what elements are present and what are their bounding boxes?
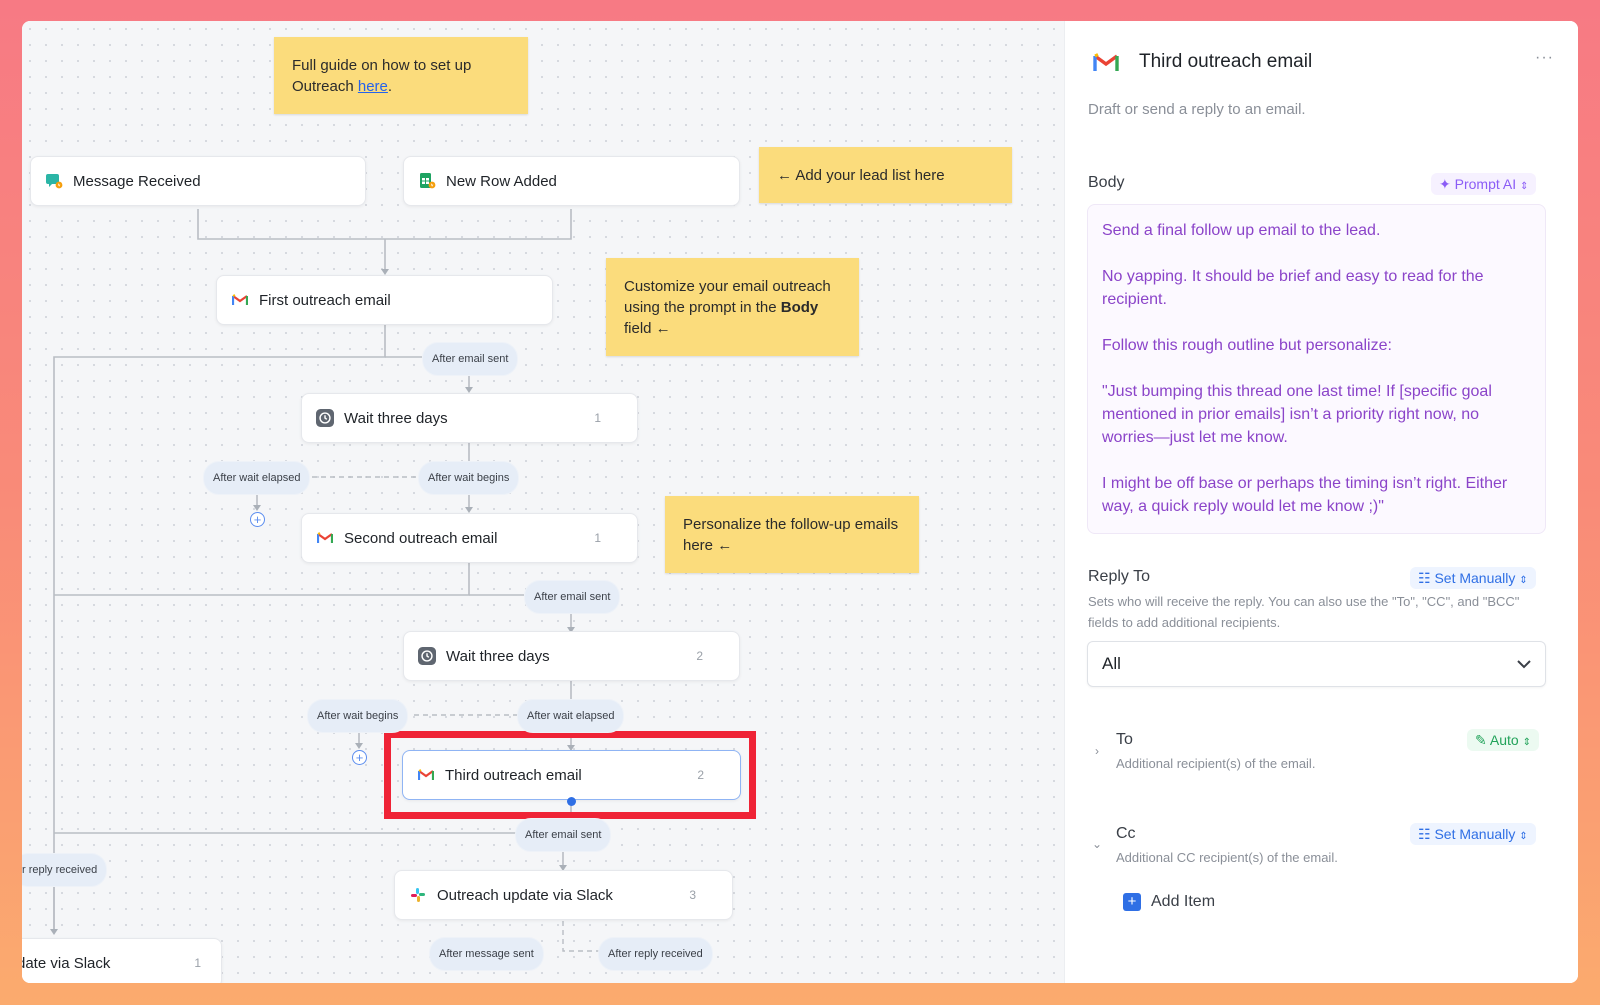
cc-help: Additional CC recipient(s) of the email. bbox=[1116, 850, 1338, 865]
clock-icon bbox=[316, 409, 334, 427]
edge-pill-after-wait-elapsed-1[interactable]: After wait elapsed bbox=[203, 461, 311, 495]
node-count: 1 bbox=[594, 531, 601, 545]
gmail-icon bbox=[316, 529, 334, 547]
body-label: Body bbox=[1088, 174, 1125, 191]
reply-to-value: All bbox=[1102, 654, 1121, 673]
panel-description: Draft or send a reply to an email. bbox=[1088, 101, 1306, 118]
slack-icon bbox=[409, 886, 427, 904]
guide-note-period: . bbox=[387, 77, 393, 95]
body-prompt-field[interactable]: Send a final follow up email to the lead… bbox=[1087, 204, 1546, 534]
sparkle-icon: ✦ bbox=[1439, 176, 1451, 192]
customize-note: Customize your email outreach using the … bbox=[606, 258, 859, 356]
to-mode-toggle[interactable]: ✎ Auto ⇕ bbox=[1467, 729, 1539, 751]
node-second-outreach-email[interactable]: Second outreach email 1 bbox=[301, 513, 638, 563]
node-count: 3 bbox=[689, 888, 696, 902]
node-slack-update-partial[interactable]: date via Slack 1 bbox=[22, 938, 222, 983]
sheets-icon bbox=[418, 172, 436, 190]
chevron-right-icon[interactable]: › bbox=[1089, 743, 1105, 759]
prompt-ai-label: Prompt AI bbox=[1454, 176, 1517, 192]
selection-highlight bbox=[384, 731, 756, 819]
set-manually-label: Set Manually bbox=[1434, 570, 1516, 586]
body-line: "Just bumping this thread one last time!… bbox=[1102, 383, 1492, 446]
edge-pill-after-email-sent-2[interactable]: After email sent bbox=[524, 580, 621, 614]
node-first-outreach-email[interactable]: First outreach email bbox=[216, 275, 553, 325]
add-item-label: Add Item bbox=[1151, 893, 1216, 910]
updown-icon: ⇕ bbox=[1522, 737, 1531, 748]
edge-pill-after-wait-begins-1[interactable]: After wait begins bbox=[418, 461, 520, 495]
guide-note: Full guide on how to set up Outreach her… bbox=[274, 37, 528, 114]
body-line: No yapping. It should be brief and easy … bbox=[1102, 268, 1484, 308]
edge-pill-reply-received-partial[interactable]: r reply received bbox=[22, 853, 108, 887]
reply-to-label: Reply To bbox=[1088, 568, 1150, 585]
auto-label: Auto bbox=[1489, 732, 1519, 748]
node-wait-three-days-1[interactable]: Wait three days 1 bbox=[301, 393, 638, 443]
reply-to-mode-toggle[interactable]: ☷ Set Manually ⇕ bbox=[1410, 567, 1536, 589]
reply-to-help: Sets who will receive the reply. You can… bbox=[1088, 594, 1520, 630]
node-wait-three-days-2[interactable]: Wait three days 2 bbox=[403, 631, 740, 681]
edge-pill-after-email-sent-3[interactable]: After email sent bbox=[515, 818, 612, 852]
more-options-icon[interactable]: ··· bbox=[1535, 49, 1554, 67]
gmail-icon bbox=[1093, 53, 1119, 78]
node-new-row-added[interactable]: New Row Added bbox=[403, 156, 740, 206]
clock-icon bbox=[418, 647, 436, 665]
customize-note-bold: Body bbox=[780, 298, 819, 316]
add-step-plus-icon[interactable]: + bbox=[250, 512, 265, 527]
edge-pill-after-wait-begins-2[interactable]: After wait begins bbox=[307, 699, 409, 733]
node-count: 1 bbox=[594, 411, 601, 425]
set-manually-label: Set Manually bbox=[1434, 826, 1516, 842]
updown-icon: ⇕ bbox=[1519, 181, 1529, 192]
gmail-icon bbox=[231, 291, 249, 309]
cc-label: Cc bbox=[1116, 825, 1136, 842]
chat-trigger-icon bbox=[45, 172, 63, 190]
app-window: Full guide on how to set up Outreach her… bbox=[22, 21, 1578, 983]
node-count: 2 bbox=[696, 649, 703, 663]
edge-pill-after-message-sent[interactable]: After message sent bbox=[429, 937, 544, 971]
lead-list-note: ← Add your lead list here bbox=[759, 147, 1012, 203]
edge-pill-after-reply-received[interactable]: After reply received bbox=[598, 937, 713, 971]
chevron-down-icon bbox=[1517, 654, 1531, 674]
cc-mode-toggle[interactable]: ☷ Set Manually ⇕ bbox=[1410, 823, 1536, 845]
to-help: Additional recipient(s) of the email. bbox=[1116, 756, 1316, 771]
node-label: Message Received bbox=[73, 172, 201, 190]
reply-to-select[interactable]: All bbox=[1087, 641, 1546, 687]
edge-pill-after-email-sent-1[interactable]: After email sent bbox=[422, 342, 519, 376]
list-icon: ☷ bbox=[1418, 570, 1431, 586]
node-label: Wait three days bbox=[344, 409, 448, 427]
node-label: Outreach update via Slack bbox=[437, 886, 613, 904]
wand-icon: ✎ bbox=[1475, 732, 1487, 748]
customize-note-suffix: field ← bbox=[624, 319, 671, 337]
body-line: Follow this rough outline but personaliz… bbox=[1102, 337, 1392, 354]
node-label: Second outreach email bbox=[344, 529, 498, 547]
node-label: date via Slack bbox=[22, 954, 111, 972]
node-label: Wait three days bbox=[446, 647, 550, 665]
updown-icon: ⇕ bbox=[1519, 575, 1528, 586]
plus-icon: + bbox=[1123, 893, 1141, 911]
panel-title: Third outreach email bbox=[1139, 51, 1313, 72]
personalize-note: Personalize the follow-up emails here ← bbox=[665, 496, 919, 573]
node-count: 1 bbox=[194, 956, 201, 970]
edge-pill-after-wait-elapsed-2[interactable]: After wait elapsed bbox=[517, 699, 625, 733]
body-line: Send a final follow up email to the lead… bbox=[1102, 222, 1381, 239]
list-icon: ☷ bbox=[1418, 826, 1431, 842]
prompt-ai-toggle[interactable]: ✦ Prompt AI ⇕ bbox=[1431, 173, 1537, 195]
personalize-note-text: Personalize the follow-up emails here ← bbox=[683, 515, 899, 554]
chevron-down-icon[interactable]: ⌄ bbox=[1089, 836, 1105, 852]
body-line: I might be off base or perhaps the timin… bbox=[1102, 475, 1508, 515]
to-label: To bbox=[1116, 731, 1133, 748]
node-message-received[interactable]: Message Received bbox=[30, 156, 366, 206]
guide-link[interactable]: here bbox=[358, 78, 388, 95]
updown-icon: ⇕ bbox=[1519, 831, 1528, 842]
node-label: New Row Added bbox=[446, 172, 557, 190]
add-item-button[interactable]: + Add Item bbox=[1123, 893, 1215, 911]
add-step-plus-icon[interactable]: + bbox=[352, 750, 367, 765]
step-settings-panel: Third outreach email ··· Draft or send a… bbox=[1064, 21, 1578, 983]
node-outreach-update-slack[interactable]: Outreach update via Slack 3 bbox=[394, 870, 733, 920]
lead-list-note-text: ← Add your lead list here bbox=[777, 166, 945, 184]
node-label: First outreach email bbox=[259, 291, 391, 309]
workflow-canvas[interactable]: Full guide on how to set up Outreach her… bbox=[22, 21, 1064, 983]
